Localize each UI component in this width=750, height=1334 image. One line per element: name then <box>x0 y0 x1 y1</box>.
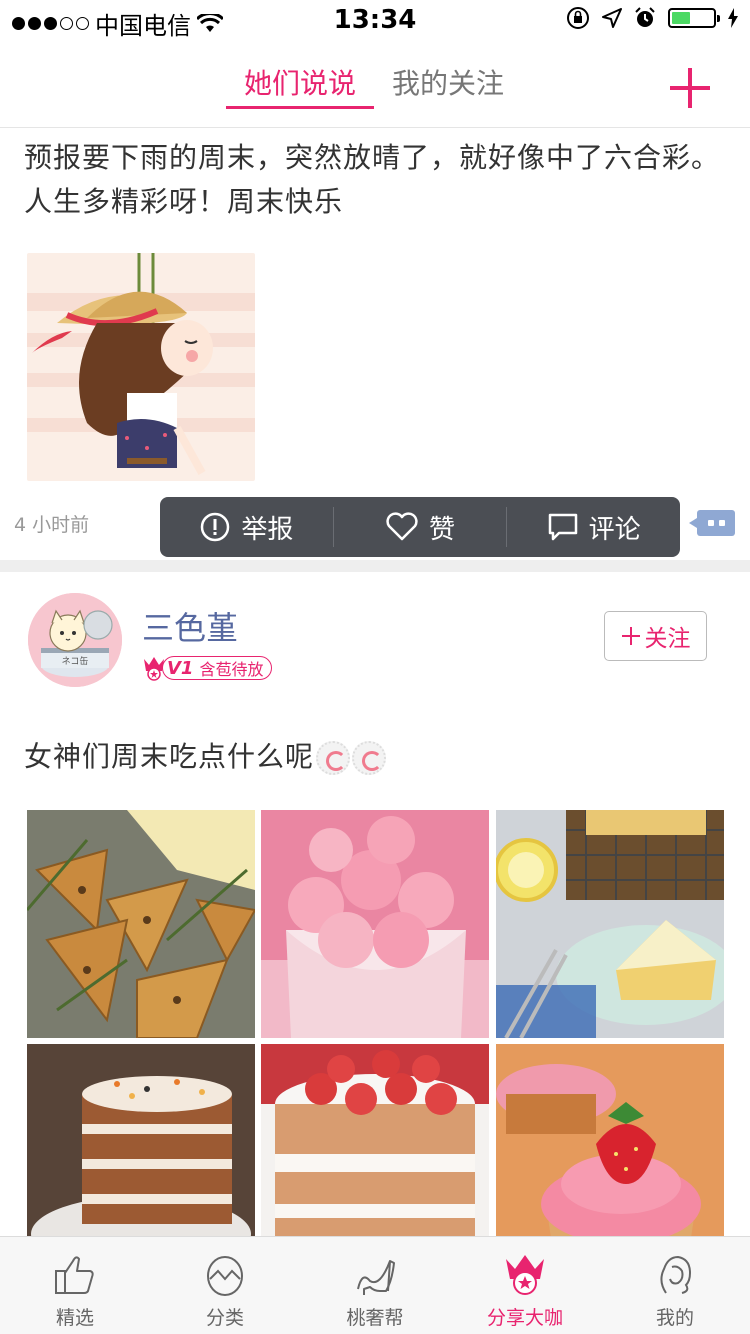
report-label: 举报 <box>241 514 294 545</box>
egg-icon <box>207 1256 243 1296</box>
level-title: 含苞待放 <box>199 660 264 679</box>
rotation-lock-icon <box>567 7 589 29</box>
tab-label: 精选 <box>55 1307 94 1329</box>
post-divider <box>0 560 750 572</box>
thumbs-up-icon <box>55 1256 94 1294</box>
tab-label: 她们说说 <box>243 67 356 100</box>
post-text: 女神们周末吃点什么呢 <box>24 735 724 779</box>
alarm-icon <box>635 7 655 27</box>
user-level-badge: V1 含苞待放 <box>142 655 273 681</box>
lotus-icon <box>506 1255 544 1295</box>
like-button[interactable]: 赞 <box>332 507 507 547</box>
username[interactable]: 三色堇 <box>142 603 238 649</box>
top-nav: 她们说说 我的关注 <box>0 40 750 128</box>
tab-label: 我的关注 <box>392 67 505 100</box>
tab-label: 桃奢帮 <box>346 1307 404 1329</box>
status-bar: 中国电信 13:34 <box>0 0 750 40</box>
post-image-girl-swing[interactable] <box>27 253 255 481</box>
active-tab-indicator <box>226 106 374 109</box>
plus-icon[interactable] <box>670 68 710 108</box>
post-image-cookies[interactable] <box>27 810 255 1038</box>
follow-button[interactable]: 关注 <box>604 611 707 661</box>
avatar[interactable]: ネコ缶 <box>28 593 122 687</box>
post-action-bar: 举报 赞 评论 <box>160 497 680 557</box>
svg-text:ネコ缶: ネコ缶 <box>62 655 89 667</box>
tab-my-following[interactable]: 我的关注 <box>392 62 504 102</box>
charging-icon <box>728 8 738 28</box>
more-actions-button[interactable] <box>689 510 735 536</box>
tab-taoshe[interactable]: 桃奢帮 <box>300 1237 450 1334</box>
tab-their-posts[interactable]: 她们说说 <box>226 62 374 109</box>
bottom-tab-bar: 精选 分类 桃奢帮 分享大咖 我的 <box>0 1236 750 1334</box>
post-image-cupcakes[interactable] <box>261 810 489 1038</box>
follow-label: 关注 <box>644 626 691 652</box>
like-label: 赞 <box>429 514 456 545</box>
post-text: 预报要下雨的周末，突然放晴了，就好像中了六合彩。人生多精彩呀！周末快乐 <box>24 141 721 218</box>
high-heel-icon <box>357 1260 395 1295</box>
level-number: V1 <box>167 657 194 679</box>
tab-category[interactable]: 分类 <box>150 1237 300 1334</box>
speech-bubble-icon <box>548 513 577 541</box>
tab-label: 分享大咖 <box>486 1307 563 1329</box>
profile-icon <box>660 1255 692 1294</box>
plus-icon <box>621 627 640 645</box>
emoji-icon <box>352 741 387 775</box>
tab-featured[interactable]: 精选 <box>0 1237 150 1334</box>
location-icon <box>602 8 622 28</box>
post-timestamp: 4 小时前 <box>14 514 90 536</box>
post-text-content: 女神们周末吃点什么呢 <box>24 740 315 773</box>
heart-icon <box>386 512 418 541</box>
tab-label: 我的 <box>655 1307 694 1329</box>
emoji-icon <box>316 741 351 775</box>
post-image-lemon-cake[interactable] <box>496 810 724 1038</box>
battery-icon <box>668 8 720 28</box>
tab-share-experts[interactable]: 分享大咖 <box>450 1237 600 1334</box>
comment-label: 评论 <box>588 514 641 545</box>
comment-button[interactable]: 评论 <box>506 507 680 547</box>
exclamation-circle-icon <box>201 512 230 542</box>
report-button[interactable]: 举报 <box>160 507 333 547</box>
tab-label: 分类 <box>205 1307 244 1329</box>
tab-mine[interactable]: 我的 <box>600 1237 750 1334</box>
